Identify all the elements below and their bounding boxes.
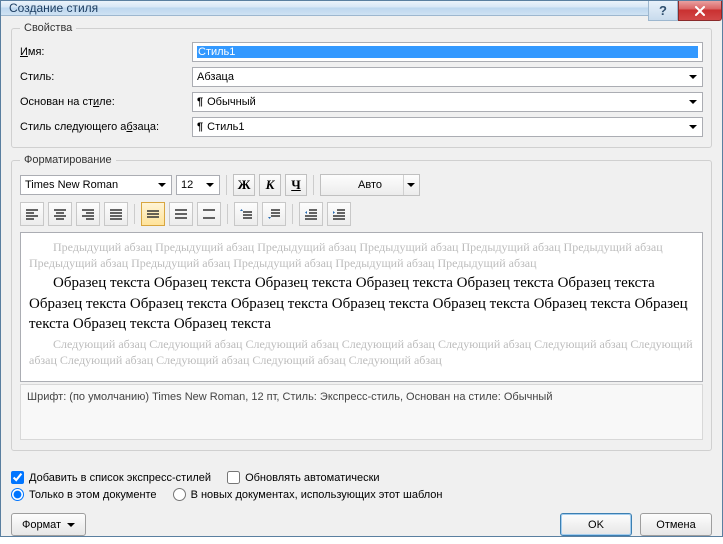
- font-color-button[interactable]: Авто: [320, 174, 420, 196]
- style-type-combo[interactable]: Абзаца: [192, 67, 703, 87]
- titlebar: Создание стиля ?: [1, 1, 722, 16]
- next-para-value: Стиль1: [207, 121, 244, 133]
- preview-pane: Предыдущий абзац Предыдущий абзац Предыд…: [20, 232, 703, 382]
- chevron-down-icon: [685, 69, 701, 85]
- line-spacing-1-5-button[interactable]: [169, 202, 193, 226]
- close-button[interactable]: [678, 1, 722, 21]
- font-name-value: Times New Roman: [25, 179, 118, 191]
- align-center-button[interactable]: [48, 202, 72, 226]
- format-menu-button[interactable]: Формат: [11, 513, 86, 536]
- style-description: Шрифт: (по умолчанию) Times New Roman, 1…: [20, 384, 703, 440]
- font-size-combo[interactable]: 12: [176, 175, 220, 195]
- separator: [313, 175, 314, 195]
- based-on-value: Обычный: [207, 96, 256, 108]
- name-label: Имя:: [20, 46, 188, 58]
- formatting-legend: Форматирование: [20, 154, 116, 166]
- chevron-down-icon: [154, 177, 170, 193]
- new-docs-radio[interactable]: В новых документах, использующих этот ша…: [173, 488, 443, 501]
- name-input[interactable]: [192, 42, 703, 62]
- line-spacing-2-button[interactable]: [197, 202, 221, 226]
- add-quickstyles-checkbox[interactable]: Добавить в список экспресс-стилей: [11, 471, 211, 484]
- pilcrow-icon: ¶: [197, 96, 203, 108]
- space-before-decrease-button[interactable]: [262, 202, 286, 226]
- chevron-down-icon: [202, 177, 218, 193]
- decrease-indent-button[interactable]: [299, 202, 323, 226]
- separator: [227, 204, 228, 224]
- options-area: Добавить в список экспресс-стилей Обновл…: [11, 471, 712, 505]
- auto-update-checkbox[interactable]: Обновлять автоматически: [227, 471, 380, 484]
- based-on-label: Основан на стиле:: [20, 96, 188, 108]
- increase-indent-button[interactable]: [327, 202, 351, 226]
- only-this-doc-radio[interactable]: Только в этом документе: [11, 488, 157, 501]
- separator: [134, 204, 135, 224]
- preview-sample-text: Образец текста Образец текста Образец те…: [29, 273, 694, 334]
- align-right-button[interactable]: [76, 202, 100, 226]
- separator: [292, 204, 293, 224]
- font-name-combo[interactable]: Times New Roman: [20, 175, 172, 195]
- align-left-button[interactable]: [20, 202, 44, 226]
- italic-button[interactable]: К: [259, 174, 281, 196]
- properties-legend: Свойства: [20, 22, 76, 34]
- bold-button[interactable]: Ж: [233, 174, 255, 196]
- preview-next-text: Следующий абзац Следующий абзац Следующи…: [29, 336, 694, 368]
- properties-group: Свойства Имя: Стиль: Абзаца Основан на с…: [11, 22, 712, 148]
- based-on-combo[interactable]: ¶ Обычный: [192, 92, 703, 112]
- font-color-value: Авто: [358, 179, 382, 191]
- help-button[interactable]: ?: [648, 1, 678, 21]
- space-before-increase-button[interactable]: [234, 202, 258, 226]
- style-type-value: Абзаца: [197, 71, 234, 83]
- preview-prev-text: Предыдущий абзац Предыдущий абзац Предыд…: [29, 239, 694, 271]
- chevron-down-icon: [67, 523, 75, 527]
- underline-button[interactable]: Ч: [285, 174, 307, 196]
- window-title: Создание стиля: [9, 1, 98, 15]
- next-para-label: Стиль следующего абзаца:: [20, 121, 188, 133]
- align-justify-button[interactable]: [104, 202, 128, 226]
- formatting-group: Форматирование Times New Roman 12 Ж К Ч …: [11, 154, 712, 451]
- next-para-combo[interactable]: ¶ Стиль1: [192, 117, 703, 137]
- pilcrow-icon: ¶: [197, 121, 203, 133]
- separator: [226, 175, 227, 195]
- ok-button[interactable]: OK: [560, 513, 632, 536]
- line-spacing-1-button[interactable]: [141, 202, 165, 226]
- chevron-down-icon: [685, 119, 701, 135]
- font-size-value: 12: [181, 179, 193, 191]
- cancel-button[interactable]: Отмена: [640, 513, 712, 536]
- chevron-down-icon: [685, 94, 701, 110]
- chevron-down-icon: [403, 175, 417, 195]
- style-type-label: Стиль:: [20, 71, 188, 83]
